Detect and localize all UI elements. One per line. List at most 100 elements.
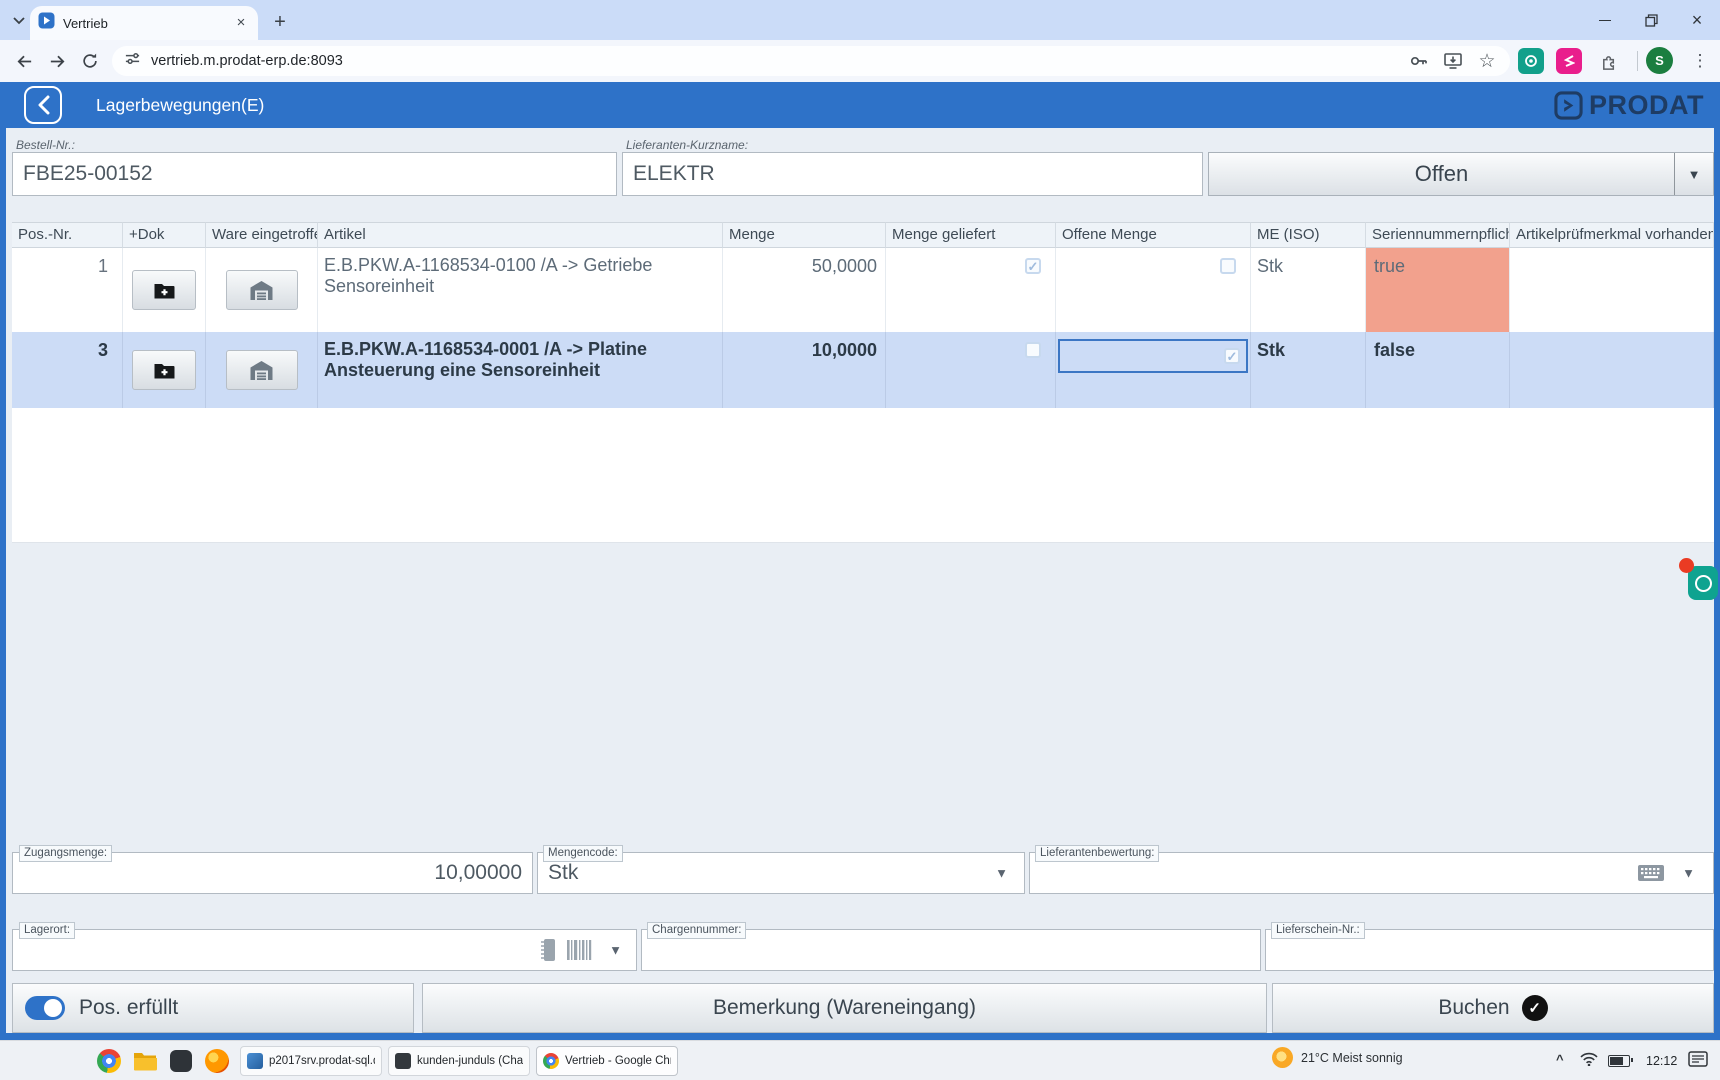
tray-chevron-icon[interactable]: ^	[1556, 1052, 1564, 1067]
warehouse-button[interactable]	[226, 270, 298, 310]
browser-titlebar: Vertrieb × + ×	[0, 0, 1720, 40]
row-menge: 50,0000	[723, 248, 886, 332]
taskbar-window-vertrieb[interactable]: Vertrieb - Google Chr...	[536, 1046, 678, 1076]
pos-erfuellt-toggle[interactable]	[25, 996, 65, 1020]
buchen-button-label: Buchen	[1438, 996, 1509, 1020]
lagerort-field[interactable]: Lagerort: ▼	[12, 929, 637, 971]
site-info-icon[interactable]	[124, 50, 141, 72]
chargennummer-field[interactable]: Chargennummer:	[641, 929, 1261, 971]
weather-text: 21°C Meist sonnig	[1301, 1051, 1403, 1065]
back-icon[interactable]	[10, 47, 38, 75]
content-border-bottom	[0, 1033, 1720, 1040]
tab-favicon	[38, 12, 55, 34]
window-controls: ×	[1582, 0, 1720, 40]
zugangsmenge-value: 10,00000	[434, 861, 522, 885]
mengencode-label: Mengencode:	[543, 845, 623, 862]
reload-icon[interactable]	[76, 47, 104, 75]
warehouse-icon	[249, 280, 274, 301]
chrome-window-icon	[543, 1053, 559, 1069]
table-row[interactable]: 1 E.B.PKW.A-1168534-0100 /A -> Getriebe …	[12, 248, 1714, 332]
install-app-icon[interactable]	[1442, 50, 1464, 72]
row-me: Stk	[1251, 332, 1366, 408]
col-me-iso: ME (ISO)	[1251, 222, 1366, 248]
profile-avatar[interactable]: S	[1646, 47, 1673, 74]
warehouse-icon	[249, 360, 274, 381]
tab-close-icon[interactable]: ×	[232, 14, 250, 32]
table-header-row: Pos.-Nr. +Dok Ware eingetroffer Artikel …	[12, 222, 1714, 248]
table-row-selected[interactable]: 3 E.B.PKW.A-1168534-0001 /A -> Platine A…	[12, 332, 1714, 408]
col-offene-menge: Offene Menge	[1056, 222, 1251, 248]
taskbar-firefox-icon[interactable]	[204, 1048, 230, 1074]
forward-icon[interactable]	[43, 47, 71, 75]
offene-menge-checkbox[interactable]: ✓	[1224, 348, 1240, 364]
taskbar-explorer-icon[interactable]	[132, 1048, 158, 1074]
new-tab-button[interactable]: +	[268, 10, 292, 34]
tab-search-chevron-icon[interactable]	[8, 10, 30, 32]
zugangsmenge-field[interactable]: Zugangsmenge: 10,00000	[12, 852, 533, 894]
taskbar: p2017srv.prodat-sql.d... kunden-junduls …	[0, 1040, 1720, 1080]
taskbar-window-sql[interactable]: p2017srv.prodat-sql.d...	[240, 1046, 382, 1076]
notification-center-icon[interactable]	[1688, 1051, 1708, 1072]
folder-plus-icon	[153, 281, 176, 300]
battery-icon[interactable]	[1608, 1055, 1630, 1067]
folder-plus-icon	[153, 361, 176, 380]
taskbar-window-label: Vertrieb - Google Chr...	[565, 1055, 671, 1067]
taskbar-clock[interactable]: 12:12	[1646, 1054, 1677, 1068]
status-select[interactable]: Offen ▼	[1208, 152, 1714, 196]
window-restore-button[interactable]	[1628, 0, 1674, 40]
window-minimize-button[interactable]	[1582, 0, 1628, 40]
chip-scan-icon[interactable]	[538, 937, 558, 963]
overlay-widget-icon[interactable]	[1688, 566, 1718, 600]
mengencode-dropdown-icon[interactable]: ▼	[995, 866, 1008, 881]
tab-title: Vertrieb	[63, 16, 232, 31]
taskbar-window-label: kunden-junduls (Cha...	[417, 1055, 523, 1067]
lieferant-field[interactable]: ELEKTR	[622, 152, 1203, 196]
notification-dot	[1679, 558, 1694, 573]
offene-menge-focused-cell[interactable]: ✓	[1058, 339, 1248, 373]
positions-table: Pos.-Nr. +Dok Ware eingetroffer Artikel …	[12, 222, 1714, 543]
bemerkung-button-label: Bemerkung (Wareneingang)	[713, 996, 976, 1020]
wifi-icon[interactable]	[1580, 1052, 1598, 1069]
status-dropdown-icon[interactable]: ▼	[1674, 153, 1713, 195]
menu-kebab-icon[interactable]: ⋮	[1688, 48, 1712, 74]
taskbar-dark-app-icon[interactable]	[168, 1048, 194, 1074]
extensions-puzzle-icon[interactable]	[1596, 48, 1622, 74]
barcode-icon[interactable]	[566, 939, 592, 961]
col-artikel: Artikel	[318, 222, 723, 248]
prodat-logo-text: PRODAT	[1589, 90, 1704, 121]
window-close-button[interactable]: ×	[1674, 0, 1720, 40]
col-menge: Menge	[723, 222, 886, 248]
buchen-button[interactable]: Buchen ✓	[1272, 983, 1714, 1033]
offene-menge-checkbox[interactable]	[1220, 258, 1236, 274]
extension-teal-icon[interactable]	[1518, 48, 1544, 74]
lieferantenbewertung-dropdown-icon[interactable]: ▼	[1682, 866, 1695, 881]
app-back-button[interactable]	[24, 86, 62, 124]
browser-tab[interactable]: Vertrieb ×	[30, 6, 258, 40]
password-key-icon[interactable]	[1408, 50, 1430, 72]
add-document-button[interactable]	[132, 270, 196, 310]
col-dok: +Dok	[123, 222, 206, 248]
bemerkung-button[interactable]: Bemerkung (Wareneingang)	[422, 983, 1267, 1033]
taskbar-window-chat[interactable]: kunden-junduls (Cha...	[388, 1046, 530, 1076]
row-menge: 10,0000	[723, 332, 886, 408]
mengencode-field[interactable]: Mengencode: Stk ▼	[537, 852, 1025, 894]
taskbar-chrome-icon[interactable]	[96, 1048, 122, 1074]
prodat-logo-icon	[1554, 91, 1583, 120]
col-artikelpruefmerkmal: Artikelprüfmerkmal vorhanden	[1510, 222, 1714, 248]
bookmark-star-icon[interactable]: ☆	[1476, 50, 1498, 72]
page-title: Lagerbewegungen(E)	[96, 95, 264, 116]
lieferantenbewertung-field[interactable]: Lieferantenbewertung: ▼	[1029, 852, 1714, 894]
add-document-button[interactable]	[132, 350, 196, 390]
menge-geliefert-checkbox[interactable]	[1025, 342, 1041, 358]
url-text: vertrieb.m.prodat-erp.de:8093	[151, 53, 1396, 69]
bestell-nr-field[interactable]: FBE25-00152	[12, 152, 617, 196]
taskbar-weather-widget[interactable]: 21°C Meist sonnig	[1272, 1047, 1403, 1068]
lagerort-dropdown-icon[interactable]: ▼	[609, 943, 622, 958]
row-menge-geliefert-cell: ✓	[886, 248, 1056, 332]
keyboard-icon[interactable]	[1637, 863, 1665, 883]
url-bar[interactable]: vertrieb.m.prodat-erp.de:8093 ☆	[112, 46, 1510, 76]
lieferschein-field[interactable]: Lieferschein-Nr.:	[1265, 929, 1714, 971]
warehouse-button[interactable]	[226, 350, 298, 390]
extension-pink-icon[interactable]	[1556, 48, 1582, 74]
menge-geliefert-checkbox[interactable]: ✓	[1025, 258, 1041, 274]
